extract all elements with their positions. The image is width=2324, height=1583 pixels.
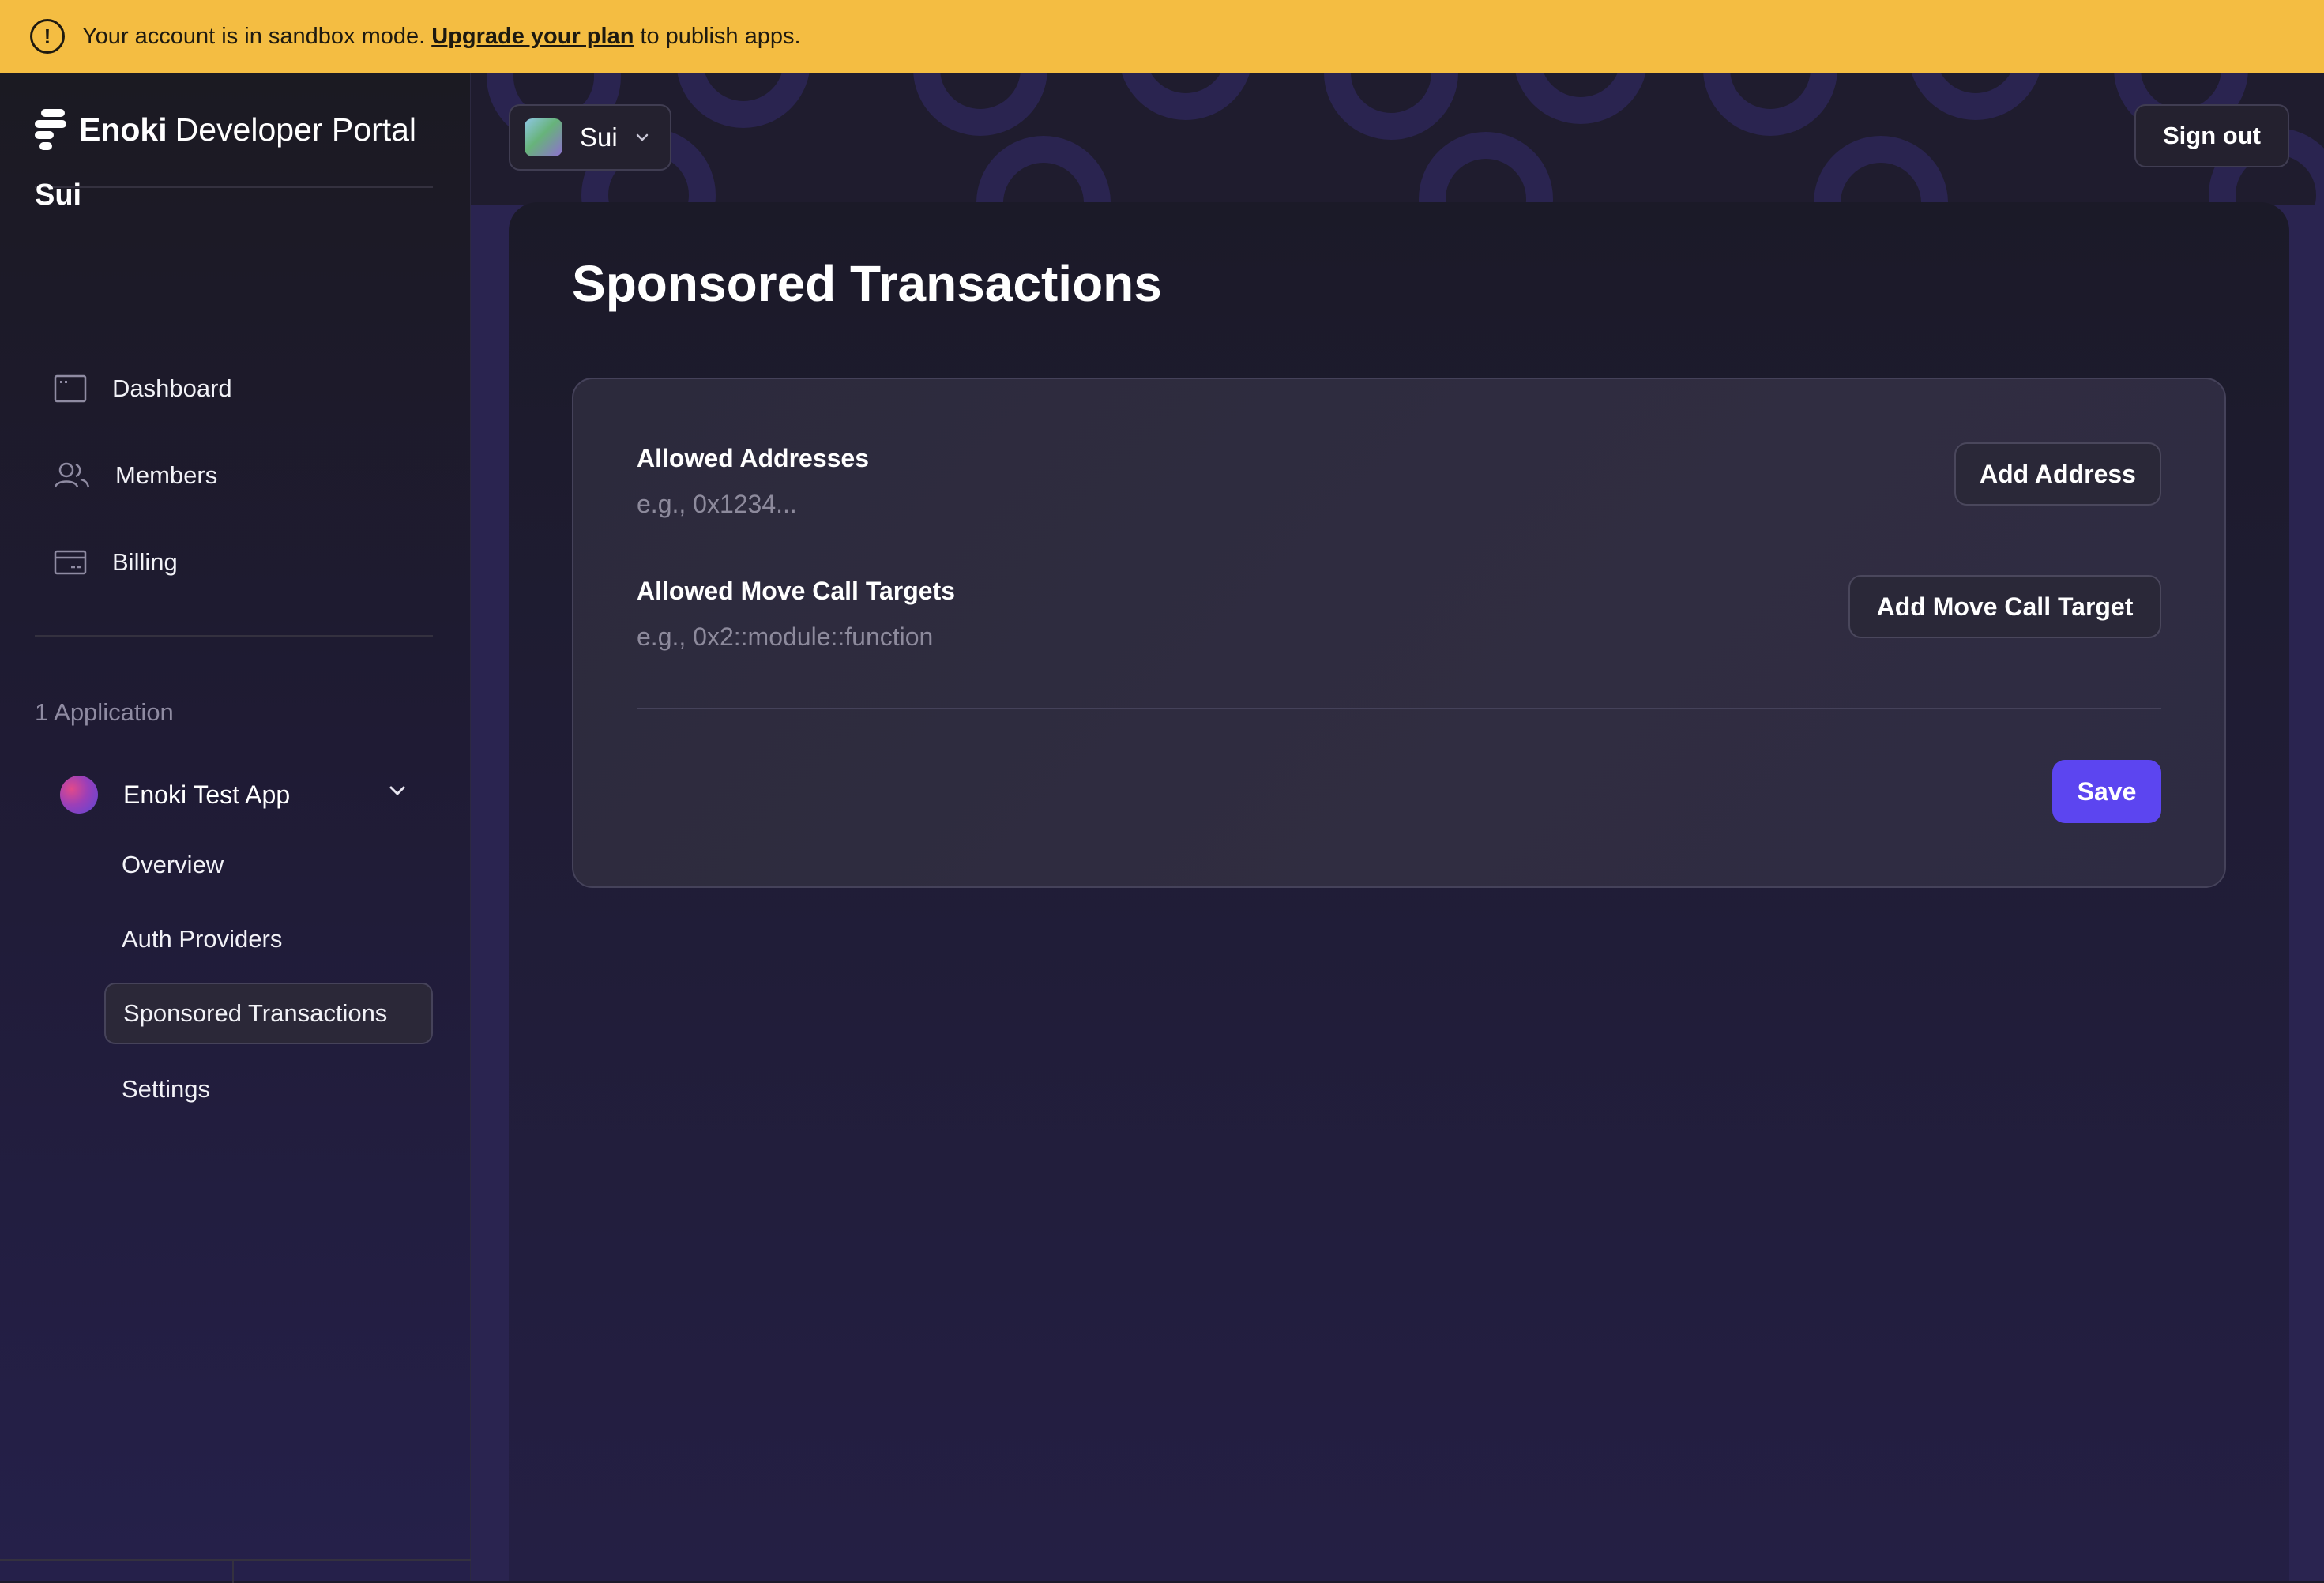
app-nav-auth-providers[interactable]: Auth Providers (104, 908, 433, 970)
billing-icon (54, 550, 87, 575)
allowed-addresses-label: Allowed Addresses (637, 444, 870, 472)
logo-brand: Enoki (79, 111, 167, 148)
sidebar-item-label: Members (115, 461, 218, 489)
network-selector-label: Sui (580, 122, 618, 152)
banner-message-suffix: to publish apps. (640, 23, 801, 49)
sidebar-divider (35, 186, 433, 188)
upgrade-plan-link[interactable]: Upgrade your plan (431, 24, 634, 50)
logo-product: Developer Portal (175, 111, 417, 148)
header-background (471, 73, 2324, 205)
network-avatar (525, 118, 562, 156)
app-selector-enoki-test-app[interactable]: Enoki Test App (35, 763, 433, 826)
add-move-call-target-button[interactable]: Add Move Call Target (1848, 575, 2161, 638)
app-nav-sponsored-transactions[interactable]: Sponsored Transactions (104, 983, 433, 1044)
dashboard-icon (54, 374, 87, 403)
sidebar-item-label: Dashboard (112, 374, 232, 402)
chevron-down-icon (636, 133, 648, 141)
add-address-button[interactable]: Add Address (1954, 442, 2161, 506)
network-selector[interactable]: Sui (509, 104, 671, 171)
app-nav-overview[interactable]: Overview (104, 834, 433, 896)
sandbox-banner: ! Your account is in sandbox mode. Upgra… (0, 0, 2324, 73)
alert-circle-icon: ! (30, 19, 65, 54)
enoki-logo[interactable]: Enoki Developer Portal (35, 107, 416, 152)
sidebar-footer (0, 1559, 471, 1583)
allowed-move-call-targets-label: Allowed Move Call Targets (637, 577, 956, 605)
enoki-logo-icon (35, 109, 66, 150)
sidebar-item-billing[interactable]: Billing (35, 532, 433, 592)
sidebar-divider (35, 635, 433, 637)
app-nav-settings[interactable]: Settings (104, 1058, 433, 1120)
app-name: Enoki Test App (123, 780, 291, 809)
allowed-move-call-targets-placeholder: e.g., 0x2::module::function (637, 622, 934, 651)
card-divider (637, 708, 2161, 709)
members-icon (54, 462, 90, 488)
allowed-addresses-placeholder: e.g., 0x1234... (637, 490, 797, 518)
sidebar-item-label: Billing (112, 548, 178, 576)
app-nav-label: Sponsored Transactions (123, 999, 388, 1027)
chevron-down-icon (389, 786, 405, 795)
banner-message-prefix: Your account is in sandbox mode. (82, 23, 426, 49)
app-avatar (60, 776, 98, 814)
applications-section-label: 1 Application (35, 698, 174, 726)
page-title: Sponsored Transactions (572, 255, 1162, 312)
app-nav-label: Overview (122, 851, 224, 878)
sidebar: Enoki Developer Portal Sui Dashboard Mem… (0, 73, 471, 1583)
org-name: Sui (35, 179, 82, 212)
save-button[interactable]: Save (2052, 760, 2161, 823)
sidebar-item-members[interactable]: Members (35, 446, 433, 506)
app-nav-label: Auth Providers (122, 925, 283, 953)
app-nav-label: Settings (122, 1075, 211, 1103)
sign-out-button[interactable]: Sign out (2134, 104, 2289, 167)
sidebar-item-dashboard[interactable]: Dashboard (35, 359, 433, 419)
